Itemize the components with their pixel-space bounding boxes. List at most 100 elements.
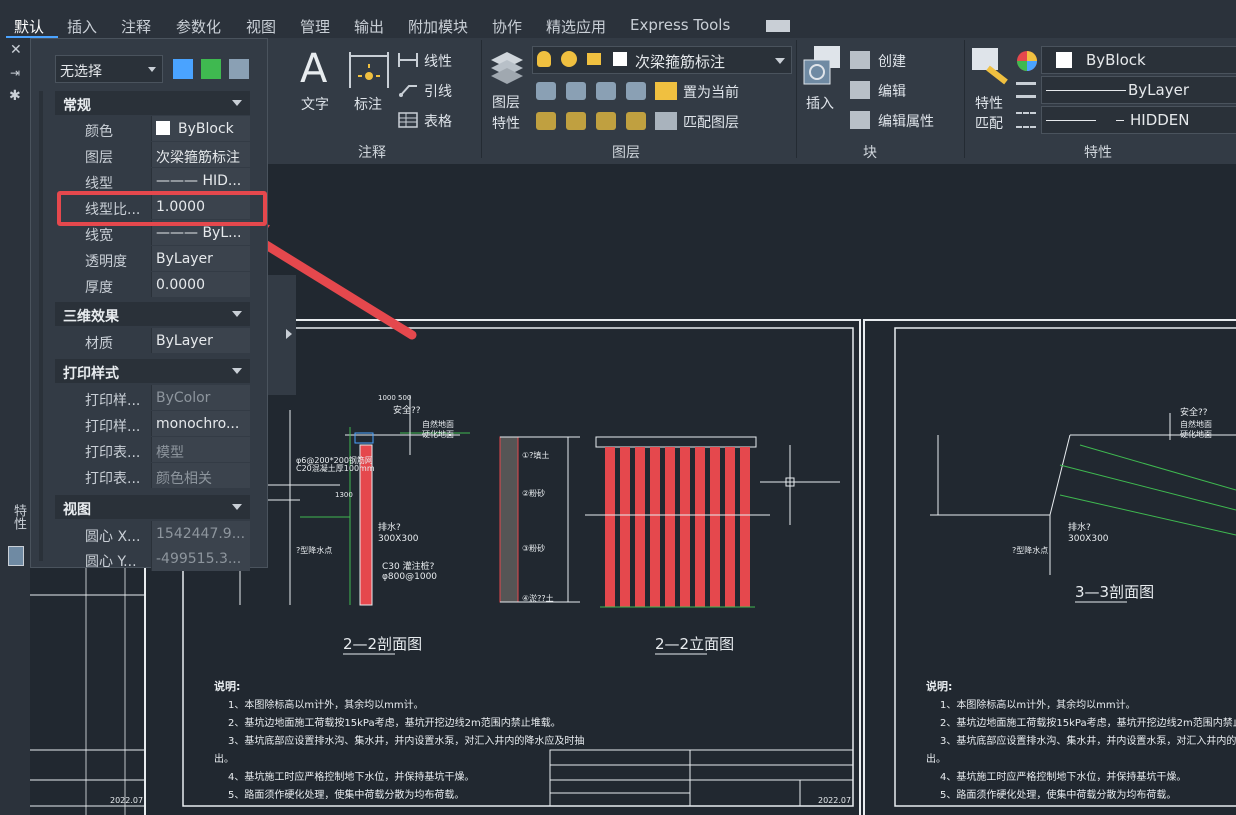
tab-collaborate[interactable]: 协作 <box>492 16 522 37</box>
prop-transparency[interactable]: 透明度 ByLayer <box>79 246 250 271</box>
note-3-right: 3、基坑底部应设置排水沟、集水井，并内设置水泵，对汇入井内的降水应及时抽 <box>940 734 1236 747</box>
match-properties-label-1[interactable]: 特性 <box>975 93 1003 113</box>
prop-layer[interactable]: 图层 次梁箍筋标注 <box>79 142 250 167</box>
palette-expand-handle[interactable] <box>268 275 296 395</box>
text-icon[interactable]: A <box>298 46 336 88</box>
tab-output[interactable]: 输出 <box>354 16 384 37</box>
tab-addons[interactable]: 附加模块 <box>408 16 468 37</box>
layer-combo[interactable]: 次梁箍筋标注 <box>532 46 792 74</box>
close-icon[interactable]: ✕ <box>10 42 22 58</box>
prop-linetype[interactable]: 线型 ——— HID... <box>79 168 250 193</box>
layers-group-label[interactable]: 图层 <box>612 142 640 162</box>
hardening-label-right: 硬化地面 <box>1180 429 1212 439</box>
section-general[interactable]: 常规 <box>55 91 250 115</box>
prop-plot-table-type[interactable]: 打印表... 颜色相关 <box>79 463 250 488</box>
linear-dim-icon[interactable] <box>397 51 419 69</box>
layer-properties-label-1[interactable]: 图层 <box>492 92 520 112</box>
date-label: 2022.07 <box>818 796 851 805</box>
workspace-dropdown-icon[interactable] <box>766 20 790 32</box>
edit-attributes-icon[interactable] <box>850 111 870 129</box>
dimension-label[interactable]: 标注 <box>354 94 382 114</box>
layer-tools-row-2[interactable] <box>536 112 648 132</box>
linetype-value: HIDDEN <box>1130 111 1190 129</box>
insert-block-icon[interactable] <box>802 44 842 86</box>
auto-hide-icon[interactable]: ⇥ <box>10 66 20 80</box>
prop-plot-table-attached[interactable]: 打印表... 模型 <box>79 437 250 462</box>
tab-annotate[interactable]: 注释 <box>121 16 151 37</box>
block-group-label[interactable]: 块 <box>863 142 877 162</box>
layer-thaw-all-icon <box>596 112 616 130</box>
make-current-label[interactable]: 置为当前 <box>683 82 739 102</box>
palette-scrollbar[interactable] <box>39 91 43 561</box>
layer-on-all-icon <box>536 112 556 130</box>
c20-label: C20混凝土厚100mm <box>296 463 375 473</box>
color-value: ByBlock <box>1086 51 1146 69</box>
layer-off-icon <box>536 82 556 100</box>
prop-center-x[interactable]: 圆心 X... 1542447.9... <box>79 521 250 546</box>
match-layer-icon[interactable] <box>655 112 677 130</box>
create-block-icon[interactable] <box>850 51 870 69</box>
text-label[interactable]: 文字 <box>301 94 329 114</box>
match-properties-label-2[interactable]: 匹配 <box>975 113 1003 133</box>
tab-featured-apps[interactable]: 精选应用 <box>546 16 606 37</box>
linear-label[interactable]: 线性 <box>424 51 452 71</box>
drain-label: 排水? <box>378 521 401 533</box>
prop-center-y[interactable]: 圆心 Y... -499515.3... <box>79 546 250 571</box>
table-icon[interactable] <box>397 111 419 129</box>
edit-attributes-label[interactable]: 编辑属性 <box>878 111 934 131</box>
note-3b-left: 出。 <box>214 752 234 765</box>
prop-color[interactable]: 颜色 ByBlock <box>79 116 250 141</box>
properties-palette: 无选择 常规 颜色 ByBlock 图层 次梁箍筋标注 线型 ——— HID... 线… <box>30 38 268 571</box>
tab-manage[interactable]: 管理 <box>300 16 330 37</box>
layer-tools-row-1[interactable] <box>536 82 648 102</box>
make-current-icon[interactable] <box>655 82 677 100</box>
note-1-right: 1、本图除标高以m计外，其余均以mm计。 <box>940 698 1136 711</box>
create-label[interactable]: 创建 <box>878 51 906 71</box>
note-1-left: 1、本图除标高以m计外，其余均以mm计。 <box>228 698 424 711</box>
color-combo[interactable]: ByBlock <box>1041 46 1236 74</box>
layer-properties-icon[interactable] <box>487 46 527 86</box>
layer-freeze-icon <box>596 82 616 100</box>
safety-label: 安全?? <box>393 404 421 416</box>
section-plot-style[interactable]: 打印样式 <box>55 359 250 383</box>
section-view[interactable]: 视图 <box>55 495 250 519</box>
quick-select-icon[interactable] <box>229 59 249 79</box>
chevron-right-icon <box>286 329 292 339</box>
leader-icon[interactable] <box>397 81 419 99</box>
tab-default[interactable]: 默认 <box>14 16 44 37</box>
selection-dropdown[interactable]: 无选择 <box>55 55 163 83</box>
layer-color-swatch <box>613 52 627 66</box>
table-label[interactable]: 表格 <box>424 111 452 131</box>
dimension-icon[interactable] <box>348 50 390 90</box>
pile-elevation <box>605 447 750 607</box>
section-3d-effects[interactable]: 三维效果 <box>55 302 250 326</box>
properties-group-label[interactable]: 特性 <box>1084 142 1112 162</box>
select-objects-icon[interactable] <box>201 59 221 79</box>
insert-label[interactable]: 插入 <box>806 93 834 113</box>
leader-label[interactable]: 引线 <box>424 81 452 101</box>
layer-unlock-icon <box>587 53 601 65</box>
section-33-title: 3—3剖面图 <box>1075 583 1154 601</box>
match-properties-icon[interactable] <box>970 46 1010 86</box>
toggle-pickadd-icon[interactable] <box>173 59 193 79</box>
lineweight-combo[interactable]: ByLayer <box>1041 76 1236 104</box>
linetype-combo[interactable]: HIDDEN <box>1041 106 1236 134</box>
linetype-icon <box>1016 112 1036 128</box>
group-separator <box>481 40 482 158</box>
prop-plot-style[interactable]: 打印样... ByColor <box>79 385 250 410</box>
annotate-group-label[interactable]: 注释 <box>358 142 386 162</box>
date-label-left: 2022.07 <box>110 796 143 805</box>
tab-view[interactable]: 视图 <box>246 16 276 37</box>
tab-express-tools[interactable]: Express Tools <box>630 16 730 34</box>
layer-properties-label-2[interactable]: 特性 <box>492 113 520 133</box>
tab-parametric[interactable]: 参数化 <box>176 16 221 37</box>
edit-block-icon[interactable] <box>850 81 870 99</box>
prop-plot-style-table[interactable]: 打印样... monochro... <box>79 411 250 436</box>
prop-material[interactable]: 材质 ByLayer <box>79 328 250 353</box>
match-layer-label[interactable]: 匹配图层 <box>683 112 739 132</box>
edit-label[interactable]: 编辑 <box>878 81 906 101</box>
tab-insert[interactable]: 插入 <box>67 16 97 37</box>
palette-icon <box>8 546 24 566</box>
prop-thickness[interactable]: 厚度 0.0000 <box>79 272 250 297</box>
gear-icon[interactable]: ✱ <box>9 88 21 104</box>
